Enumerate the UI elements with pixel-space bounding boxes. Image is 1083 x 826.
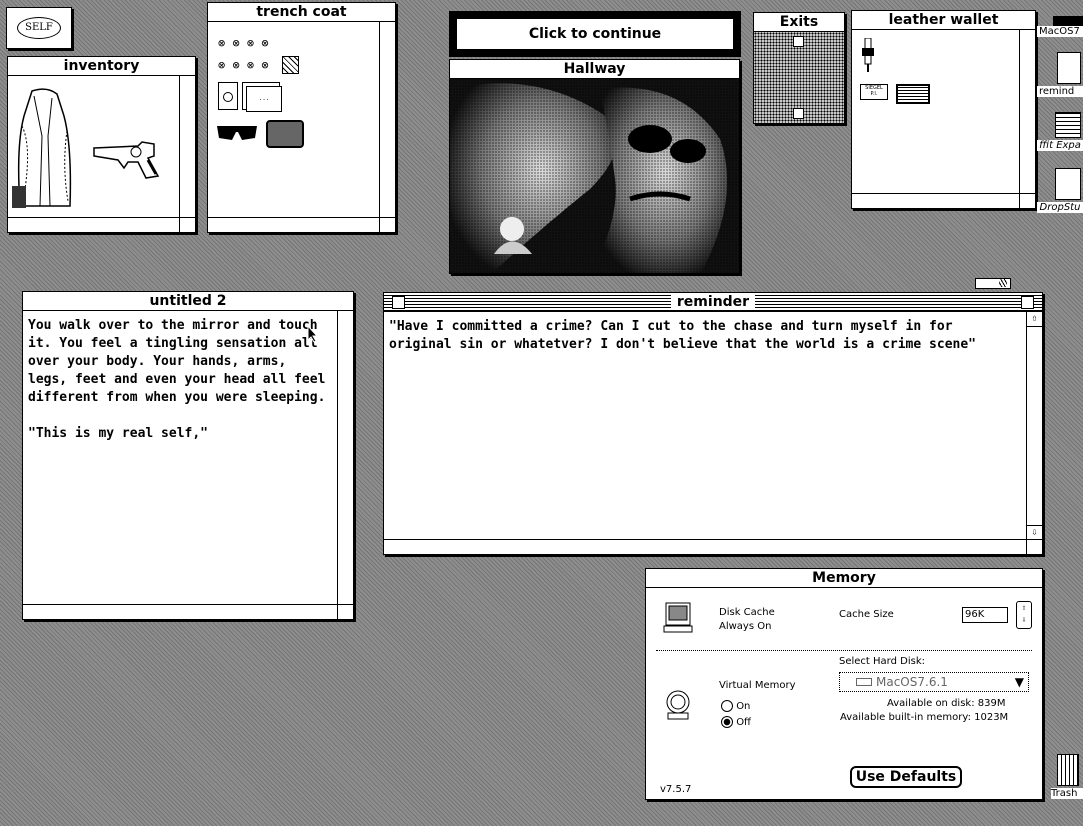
reminder-vscroll[interactable]: ⇧ ⇩ (1026, 312, 1042, 540)
sunglasses-icon[interactable] (216, 122, 258, 144)
revolver-icon[interactable] (90, 136, 166, 180)
paper-scrap-icon[interactable] (282, 56, 299, 74)
mini-window-widget[interactable] (975, 278, 1011, 289)
reminder-desktop-icon[interactable]: remind (1037, 52, 1083, 97)
disk-select-icon (856, 678, 872, 686)
trash-desktop-icon[interactable]: Trash (1051, 754, 1083, 799)
leather-wallet-title[interactable]: leather wallet (852, 11, 1035, 30)
leather-wallet-window[interactable]: leather wallet SIEGEL P.I. (851, 10, 1036, 209)
wallet-hscroll[interactable] (852, 193, 1020, 208)
trench-coat-growbox[interactable] (379, 217, 395, 232)
wallet-icon[interactable] (266, 120, 304, 148)
disk-select-value: MacOS7.6.1 (876, 675, 948, 689)
id-card-icon[interactable]: SIEGEL P.I. (860, 84, 888, 100)
cache-size-field[interactable]: 96K (962, 607, 1008, 623)
cache-size-stepper[interactable]: ⇧ ⇩ (1016, 601, 1032, 629)
disk-desktop-icon[interactable]: MacOS7 (1037, 16, 1083, 37)
reminder-text[interactable]: "Have I committed a crime? Can I cut to … (384, 312, 1026, 360)
wallet-vscroll[interactable] (1019, 30, 1035, 194)
vm-off-radio[interactable]: Off (721, 716, 751, 728)
untitled-vscroll[interactable] (337, 311, 353, 605)
exits-title[interactable]: Exits (754, 13, 844, 32)
vm-on-radio[interactable]: On (721, 700, 750, 712)
exit-north-door[interactable] (793, 36, 804, 47)
close-box[interactable] (392, 296, 405, 309)
inventory-hscroll[interactable] (8, 217, 180, 232)
reminder-title[interactable]: reminder (384, 293, 1042, 312)
business-card-icon[interactable]: ... (246, 86, 282, 112)
section-divider (656, 650, 1032, 651)
trash-icon (1057, 754, 1079, 786)
virtual-memory-label: Virtual Memory (719, 680, 796, 691)
trench-coat-window[interactable]: trench coat ⊗ ⊗ ⊗ ⊗ ⊗ ⊗ ⊗ ⊗ ... (207, 2, 396, 233)
untitled-hscroll[interactable] (23, 604, 338, 619)
available-builtin-text: Available built-in memory: 1023M (840, 712, 1009, 723)
dropstuff-desktop-icon[interactable]: DropStu (1037, 168, 1083, 213)
hallway-title[interactable]: Hallway (450, 60, 739, 79)
button-icon: ⊗ ⊗ ⊗ ⊗ (218, 58, 269, 72)
trench-coat-hscroll[interactable] (208, 217, 380, 232)
memory-window[interactable]: Memory Disk Cache Always On Cache Size 9… (645, 568, 1043, 800)
disk-cache-state: Always On (719, 621, 772, 632)
untitled-2-window[interactable]: untitled 2 You walk over to the mirror a… (22, 291, 354, 620)
cache-size-label: Cache Size (839, 609, 894, 620)
dropstuff-icon (1055, 168, 1081, 200)
memory-title[interactable]: Memory (646, 569, 1042, 588)
hard-disk-select[interactable]: MacOS7.6.1 ▼ (839, 672, 1029, 692)
radio-selected-icon[interactable] (721, 716, 733, 728)
radio-off-icon[interactable] (721, 700, 733, 712)
inventory-title[interactable]: inventory (8, 57, 195, 76)
document-icon (1057, 52, 1081, 84)
zoom-box[interactable] (1021, 296, 1034, 309)
scroll-down-arrow-icon[interactable]: ⇩ (1027, 525, 1042, 540)
computer-memory-icon (663, 602, 693, 633)
mouse-cursor-icon (307, 325, 319, 343)
stepper-up-icon[interactable]: ⇧ (1022, 603, 1027, 612)
available-disk-text: Available on disk: 839M (887, 698, 1006, 709)
chevron-down-icon: ▼ (1014, 675, 1024, 689)
buttons-item[interactable]: ⊗ ⊗ ⊗ ⊗ ⊗ ⊗ ⊗ ⊗ (218, 32, 278, 76)
reminder-window[interactable]: reminder "Have I committed a crime? Can … (383, 292, 1043, 555)
reminder-hscroll[interactable] (384, 539, 1027, 554)
hallway-scene-image[interactable] (450, 79, 739, 273)
exits-map (754, 32, 844, 123)
trench-coat-title[interactable]: trench coat (208, 3, 395, 22)
continue-button[interactable]: Click to continue (455, 17, 735, 51)
disk-cache-label: Disk Cache (719, 607, 775, 618)
trench-coat-icon[interactable] (12, 86, 78, 211)
trench-coat-vscroll[interactable] (379, 22, 395, 218)
button-icon: ⊗ ⊗ ⊗ ⊗ (218, 36, 269, 50)
lighter-icon[interactable] (218, 82, 238, 110)
exits-window[interactable]: Exits (753, 12, 845, 124)
untitled-growbox[interactable] (337, 604, 353, 619)
stepper-down-icon[interactable]: ⇩ (1022, 615, 1027, 624)
select-disk-label: Select Hard Disk: (839, 656, 925, 667)
self-panel: SELF (6, 7, 72, 49)
inventory-growbox[interactable] (179, 217, 195, 232)
expander-icon (1055, 112, 1081, 138)
inventory-window[interactable]: inventory (7, 56, 196, 233)
version-text: v7.5.7 (660, 784, 692, 795)
expander-desktop-icon[interactable]: ffit Expa (1037, 112, 1083, 151)
inventory-vscroll[interactable] (179, 76, 195, 218)
license-card-icon[interactable] (896, 84, 930, 104)
virtual-memory-icon (666, 690, 690, 720)
hallway-window[interactable]: Hallway (449, 59, 740, 274)
scroll-up-arrow-icon[interactable]: ⇧ (1027, 312, 1042, 327)
untitled-2-title[interactable]: untitled 2 (23, 292, 353, 311)
story-text[interactable]: You walk over to the mirror and touch it… (23, 311, 337, 449)
use-defaults-button[interactable]: Use Defaults (850, 766, 962, 788)
key-icon[interactable] (860, 38, 876, 74)
reminder-growbox[interactable] (1026, 539, 1042, 554)
continue-panel: Click to continue (449, 11, 741, 57)
hard-disk-icon (1053, 16, 1083, 26)
exit-south-door[interactable] (793, 108, 804, 119)
wallet-growbox[interactable] (1019, 193, 1035, 208)
self-button[interactable]: SELF (17, 17, 61, 39)
